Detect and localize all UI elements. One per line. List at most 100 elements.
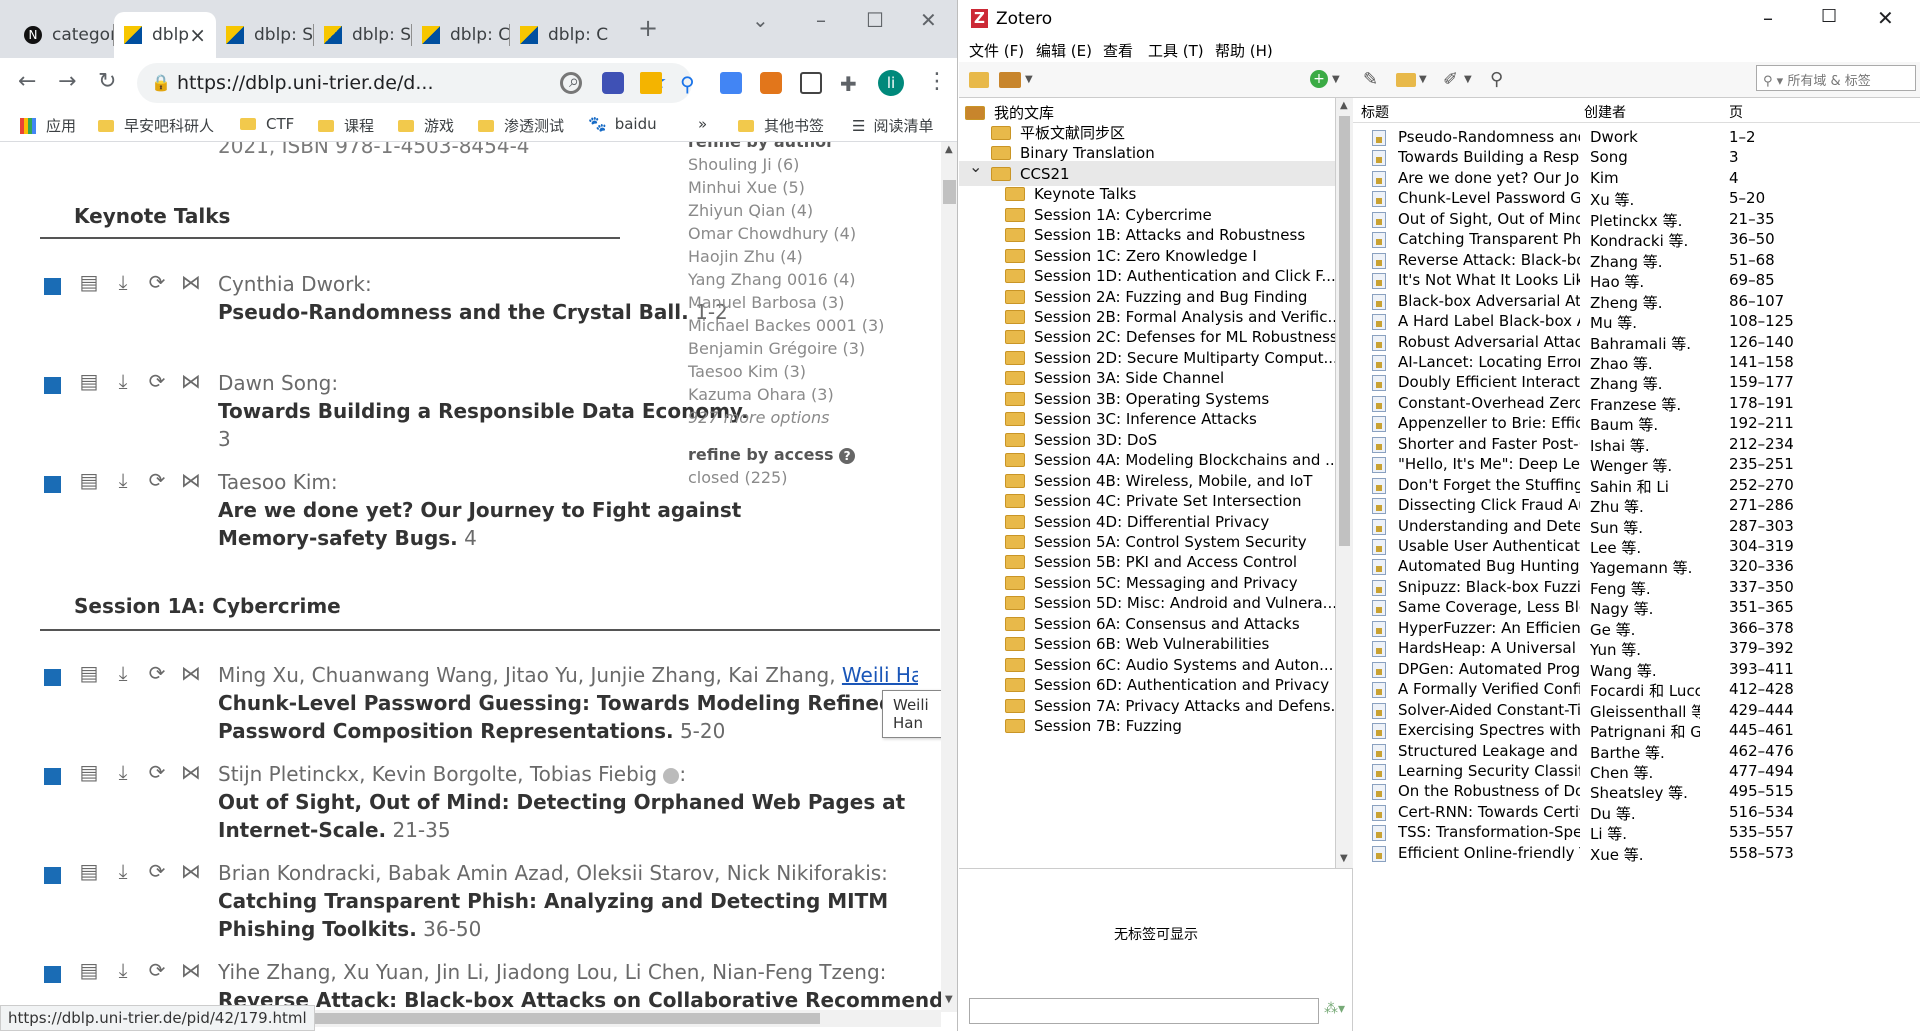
forward-icon[interactable]: → xyxy=(58,69,76,94)
download-icon[interactable]: ⤓ xyxy=(112,270,134,294)
bookmark-folder[interactable]: 渗透测试 xyxy=(478,115,564,136)
menu-view[interactable]: 查看 xyxy=(1103,40,1133,61)
magic-wand-icon[interactable]: ✎ xyxy=(1363,69,1378,90)
new-library-icon[interactable] xyxy=(999,72,1021,88)
advanced-search-icon[interactable]: ⚲ xyxy=(1490,69,1503,90)
scroll-thumb[interactable] xyxy=(1339,116,1350,546)
refine-author-option[interactable]: Yang Zhang 0016 (4) xyxy=(688,268,884,291)
column-title[interactable]: 标题 xyxy=(1361,102,1389,122)
orcid-icon[interactable] xyxy=(663,767,680,784)
new-tab-button[interactable]: + xyxy=(638,14,658,42)
chevron-down-icon[interactable]: ▼ xyxy=(1419,74,1427,85)
refine-author-option[interactable]: Manuel Barbosa (3) xyxy=(688,291,884,314)
cited-by-icon[interactable]: ⟳ xyxy=(146,270,168,294)
maximize-icon[interactable]: ☐ xyxy=(1821,6,1837,27)
scroll-up-icon[interactable]: ▲ xyxy=(945,144,953,155)
back-icon[interactable]: ← xyxy=(18,69,36,94)
more-options-link[interactable]: 927 more options xyxy=(688,406,884,429)
share-icon[interactable]: ⋈ xyxy=(180,760,202,784)
chevron-down-icon[interactable]: ▼ xyxy=(1332,74,1340,85)
column-creator[interactable]: 创建者 xyxy=(1584,102,1626,122)
new-collection-icon[interactable] xyxy=(969,72,989,88)
share-icon[interactable]: ⋈ xyxy=(180,468,202,492)
download-icon[interactable]: ⤓ xyxy=(112,859,134,883)
cited-by-icon[interactable]: ⟳ xyxy=(146,468,168,492)
close-icon[interactable]: ✕ xyxy=(920,8,937,32)
download-icon[interactable]: ⤓ xyxy=(112,958,134,982)
item-row[interactable]: Efficient Online-friendly Two... Xue 等. 55… xyxy=(1353,841,1920,866)
search-input[interactable]: ⚲ ▾ 所有域 & 标签 xyxy=(1756,65,1916,91)
menu-dots-icon[interactable]: ⋮ xyxy=(926,69,948,94)
attachment-icon[interactable]: ✐ xyxy=(1443,69,1458,90)
chevron-down-icon[interactable]: ▼ xyxy=(1025,74,1033,85)
electronic-edition-icon[interactable]: ▤ xyxy=(78,468,100,492)
extension-translate-icon[interactable] xyxy=(720,72,742,94)
maximize-icon[interactable]: ☐ xyxy=(866,8,884,32)
refine-access-option[interactable]: closed (225) xyxy=(688,466,884,489)
scroll-down-icon[interactable]: ▼ xyxy=(945,994,953,1005)
bookmarks-overflow[interactable]: » xyxy=(698,115,707,133)
tab-dblp[interactable]: dblp: S xyxy=(216,12,314,58)
share-icon[interactable]: ⋈ xyxy=(180,958,202,982)
bookmark-folder[interactable]: 课程 xyxy=(318,115,374,136)
close-tab-icon[interactable]: × xyxy=(189,23,206,47)
electronic-edition-icon[interactable]: ▤ xyxy=(78,760,100,784)
puzzle-icon[interactable]: ✚ xyxy=(840,72,862,96)
chevron-down-icon[interactable]: ▼ xyxy=(1464,74,1472,85)
cited-by-icon[interactable]: ⟳ xyxy=(146,369,168,393)
tab-dblp[interactable]: dblp: C xyxy=(412,12,510,58)
new-note-icon[interactable] xyxy=(1396,73,1416,87)
metamask-fox-icon[interactable] xyxy=(760,72,782,94)
extension-pin-icon[interactable]: ⚲ xyxy=(680,72,702,96)
extension-circle-icon[interactable] xyxy=(560,72,582,94)
refine-author-option[interactable]: Zhiyun Qian (4) xyxy=(688,199,884,222)
refine-author-option[interactable]: Minhui Xue (5) xyxy=(688,176,884,199)
extension-stack-icon[interactable] xyxy=(602,72,624,94)
download-icon[interactable]: ⤓ xyxy=(112,760,134,784)
extension-reader-icon[interactable] xyxy=(800,72,822,94)
refine-author-option[interactable]: Haojin Zhu (4) xyxy=(688,245,884,268)
scroll-up-icon[interactable]: ▲ xyxy=(1340,100,1348,111)
help-icon[interactable]: ? xyxy=(839,448,856,464)
share-icon[interactable]: ⋈ xyxy=(180,661,202,685)
download-icon[interactable]: ⤓ xyxy=(112,468,134,492)
bookmark-folder[interactable]: 游戏 xyxy=(398,115,454,136)
avatar[interactable]: li xyxy=(878,70,904,96)
menu-help[interactable]: 帮助 (H) xyxy=(1215,40,1273,61)
share-icon[interactable]: ⋈ xyxy=(180,369,202,393)
vertical-scrollbar[interactable]: ▲ ▼ xyxy=(941,142,957,1012)
lock-icon[interactable]: 🔒 xyxy=(151,73,171,92)
bookmark-apps[interactable]: 应用 xyxy=(20,115,76,136)
refine-author-option[interactable]: Omar Chowdhury (4) xyxy=(688,222,884,245)
tree-scrollbar[interactable]: ▲ ▼ xyxy=(1336,98,1353,868)
download-icon[interactable]: ⤓ xyxy=(112,661,134,685)
tag-options-icon[interactable]: ⁂▾ xyxy=(1324,1001,1345,1017)
extension-folder-icon[interactable] xyxy=(640,72,662,94)
expand-twisty-icon[interactable]: ⌄ xyxy=(969,157,982,176)
reload-icon[interactable]: ↻ xyxy=(98,69,116,94)
share-icon[interactable]: ⋈ xyxy=(180,270,202,294)
share-icon[interactable]: ⋈ xyxy=(180,859,202,883)
menu-file[interactable]: 文件 (F) xyxy=(969,40,1024,61)
cited-by-icon[interactable]: ⟳ xyxy=(146,859,168,883)
electronic-edition-icon[interactable]: ▤ xyxy=(78,270,100,294)
minimize-icon[interactable]: – xyxy=(816,8,826,32)
refine-author-option[interactable]: Kazuma Ohara (3) xyxy=(688,383,884,406)
scroll-thumb[interactable] xyxy=(943,180,956,204)
bookmark-folder[interactable]: CTF xyxy=(240,115,294,133)
column-pages[interactable]: 页 xyxy=(1729,102,1743,122)
scroll-down-icon[interactable]: ▼ xyxy=(1340,853,1348,864)
tag-filter-input[interactable] xyxy=(969,998,1319,1024)
horizontal-scrollbar[interactable] xyxy=(300,1010,941,1027)
tab-notion[interactable]: N categor xyxy=(14,12,114,58)
electronic-edition-icon[interactable]: ▤ xyxy=(78,369,100,393)
new-item-icon[interactable]: + xyxy=(1310,70,1328,88)
scroll-thumb[interactable] xyxy=(300,1013,820,1024)
refine-author-option[interactable]: Shouling Ji (6) xyxy=(688,153,884,176)
minimize-icon[interactable]: – xyxy=(1763,6,1773,30)
refine-author-option[interactable]: Taesoo Kim (3) xyxy=(688,360,884,383)
cited-by-icon[interactable]: ⟳ xyxy=(146,661,168,685)
close-icon[interactable]: ✕ xyxy=(1877,6,1894,30)
bookmark-other[interactable]: 其他书签 xyxy=(738,115,824,136)
menu-tools[interactable]: 工具 (T) xyxy=(1148,40,1204,61)
